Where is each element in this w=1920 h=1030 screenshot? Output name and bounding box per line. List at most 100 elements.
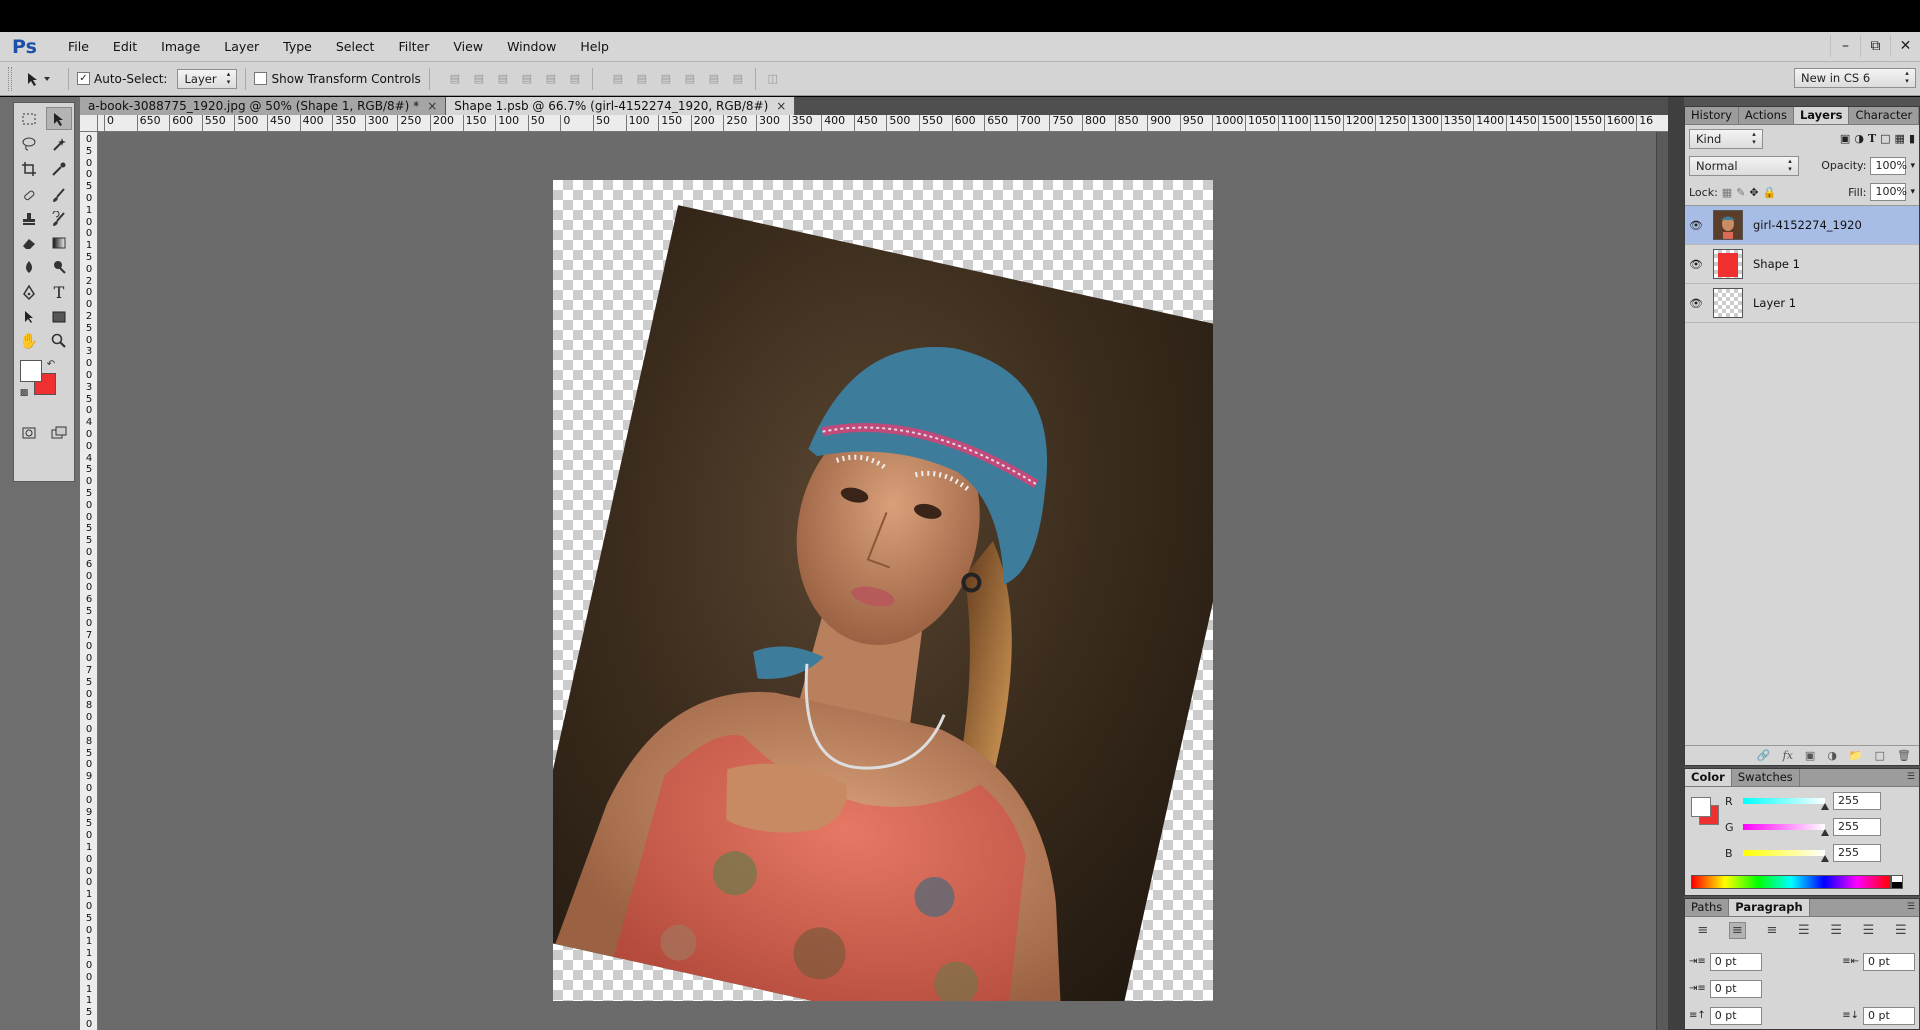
menu-file[interactable]: File [56,39,101,54]
eyedropper-tool-icon[interactable] [46,157,72,180]
move-tool-icon[interactable] [46,107,72,130]
tab-color[interactable]: Color [1685,769,1732,786]
red-slider[interactable] [1743,798,1829,810]
new-group-icon[interactable]: 📁 [1849,749,1863,762]
tab-actions[interactable]: Actions [1739,107,1794,124]
swap-colors-icon[interactable]: ↶ [44,357,58,371]
indent-first-line-input[interactable]: 0 pt [1709,979,1762,998]
healing-brush-tool-icon[interactable] [16,183,42,206]
screen-mode-icon[interactable] [46,421,72,444]
lock-position-icon[interactable]: ✥ [1749,186,1758,199]
close-tab-icon[interactable]: × [776,97,786,115]
pen-tool-icon[interactable] [16,281,42,304]
justify-last-center-icon[interactable]: ☰ [1830,923,1842,938]
auto-select-checkbox[interactable]: ✓ [77,72,90,85]
blur-tool-icon[interactable] [16,255,42,278]
green-slider-knob[interactable] [1821,829,1829,836]
tool-preset-picker[interactable] [18,67,60,91]
blend-mode-dropdown[interactable]: Normal [1689,155,1799,176]
link-layers-icon[interactable]: 🔗 [1757,749,1771,762]
marquee-tool-icon[interactable] [16,107,42,130]
tab-swatches[interactable]: Swatches [1732,769,1800,786]
panel-dock-collapse-strip[interactable] [1668,97,1684,1030]
align-top-edges-icon[interactable]: ▤ [446,70,464,88]
path-selection-tool-icon[interactable] [16,305,42,328]
opacity-input[interactable]: 100% [1870,156,1907,175]
align-bottom-edges-icon[interactable]: ▤ [494,70,512,88]
color-fg-swatch[interactable] [1691,797,1711,817]
align-right-edges-icon[interactable]: ▤ [566,70,584,88]
align-left-edges-icon[interactable]: ▤ [518,70,536,88]
rectangle-tool-icon[interactable] [46,305,72,328]
lock-transparent-icon[interactable]: ▦ [1722,186,1732,199]
tab-layers[interactable]: Layers [1793,107,1850,124]
document-tab[interactable]: a-book-3088775_1920.jpg @ 50% (Shape 1, … [80,97,447,115]
align-left-icon[interactable]: ≡ [1697,923,1708,938]
panel-menu-icon[interactable]: ☰ [1907,899,1919,916]
vertical-ruler[interactable]: 0500501001502002503003504004505005506006… [80,132,98,1030]
horizontal-ruler[interactable]: 0 650 600 550 500 450 400 350 300 250 200 150 100 50 0… [98,115,1668,132]
color-spectrum-bar[interactable] [1691,875,1891,889]
green-slider[interactable] [1743,824,1829,836]
delete-layer-icon[interactable]: 🗑 [1897,749,1911,762]
visibility-eye-icon[interactable]: 👁 [1685,219,1707,232]
visibility-eye-icon[interactable]: 👁 [1685,297,1707,310]
space-before-input[interactable]: 0 pt [1709,1006,1762,1025]
default-colors-icon[interactable]: ▩ [17,386,31,400]
zoom-tool-icon[interactable] [46,329,72,352]
adjustment-layer-icon[interactable]: ◑ [1827,749,1837,762]
menu-window[interactable]: Window [495,39,568,54]
quick-mask-icon[interactable] [16,421,42,444]
indent-right-input[interactable]: 0 pt [1863,952,1915,971]
panel-menu-icon[interactable]: ☰ [1907,769,1919,786]
clone-stamp-tool-icon[interactable] [16,207,42,230]
brush-tool-icon[interactable] [46,183,72,206]
minimize-button[interactable]: – [1830,35,1860,57]
menu-image[interactable]: Image [149,39,212,54]
red-slider-knob[interactable] [1821,803,1829,810]
align-right-icon[interactable]: ≡ [1766,923,1777,938]
dodge-tool-icon[interactable] [46,255,72,278]
type-tool-icon[interactable]: T [46,281,72,304]
lasso-tool-icon[interactable] [16,132,42,155]
foreground-color-swatch[interactable] [20,360,42,382]
document-canvas[interactable] [553,180,1213,1001]
tab-paths[interactable]: Paths [1685,899,1730,916]
align-center-icon[interactable]: ≡ [1728,922,1746,939]
distribute-top-icon[interactable]: ▤ [609,70,627,88]
close-button[interactable]: ✕ [1890,35,1920,57]
space-after-input[interactable]: 0 pt [1863,1006,1915,1025]
history-brush-tool-icon[interactable] [46,207,72,230]
layer-row[interactable]: 👁 girl-4152274_1920 [1685,206,1919,245]
hand-tool-icon[interactable]: ✋ [16,329,42,352]
layer-name[interactable]: girl-4152274_1920 [1753,218,1862,232]
portrait-photo-layer[interactable] [553,205,1213,1001]
tab-character[interactable]: Character [1849,107,1920,124]
opacity-dropdown-icon[interactable]: ▾ [1910,161,1915,171]
document-tab-active[interactable]: Shape 1.psb @ 66.7% (girl-4152274_1920, … [446,97,796,115]
indent-left-input[interactable]: 0 pt [1709,952,1762,971]
menu-filter[interactable]: Filter [386,39,441,54]
layer-kind-filter[interactable]: Kind [1689,128,1763,149]
tab-paragraph[interactable]: Paragraph [1729,899,1810,916]
lock-image-icon[interactable]: ✎ [1736,186,1745,199]
fill-dropdown-icon[interactable]: ▾ [1910,187,1915,197]
distribute-right-icon[interactable]: ▤ [729,70,747,88]
layer-row[interactable]: 👁 Shape 1 [1685,245,1919,284]
vertical-scrollbar[interactable] [1656,132,1668,1030]
canvas-area[interactable] [98,132,1668,1030]
visibility-eye-icon[interactable]: 👁 [1685,258,1707,271]
crop-tool-icon[interactable] [16,157,42,180]
justify-all-icon[interactable]: ☰ [1895,923,1907,938]
layer-style-icon[interactable]: fx [1783,749,1793,762]
blue-slider-knob[interactable] [1821,855,1829,862]
options-grip[interactable] [8,66,12,91]
filter-toggle-icon[interactable]: ▮ [1909,132,1915,145]
distribute-bottom-icon[interactable]: ▤ [657,70,675,88]
add-mask-icon[interactable]: ▣ [1805,749,1815,762]
magic-wand-tool-icon[interactable] [46,132,72,155]
fill-input[interactable]: 100% [1870,183,1907,201]
menu-help[interactable]: Help [568,39,621,54]
menu-layer[interactable]: Layer [212,39,271,54]
justify-last-right-icon[interactable]: ☰ [1863,923,1875,938]
